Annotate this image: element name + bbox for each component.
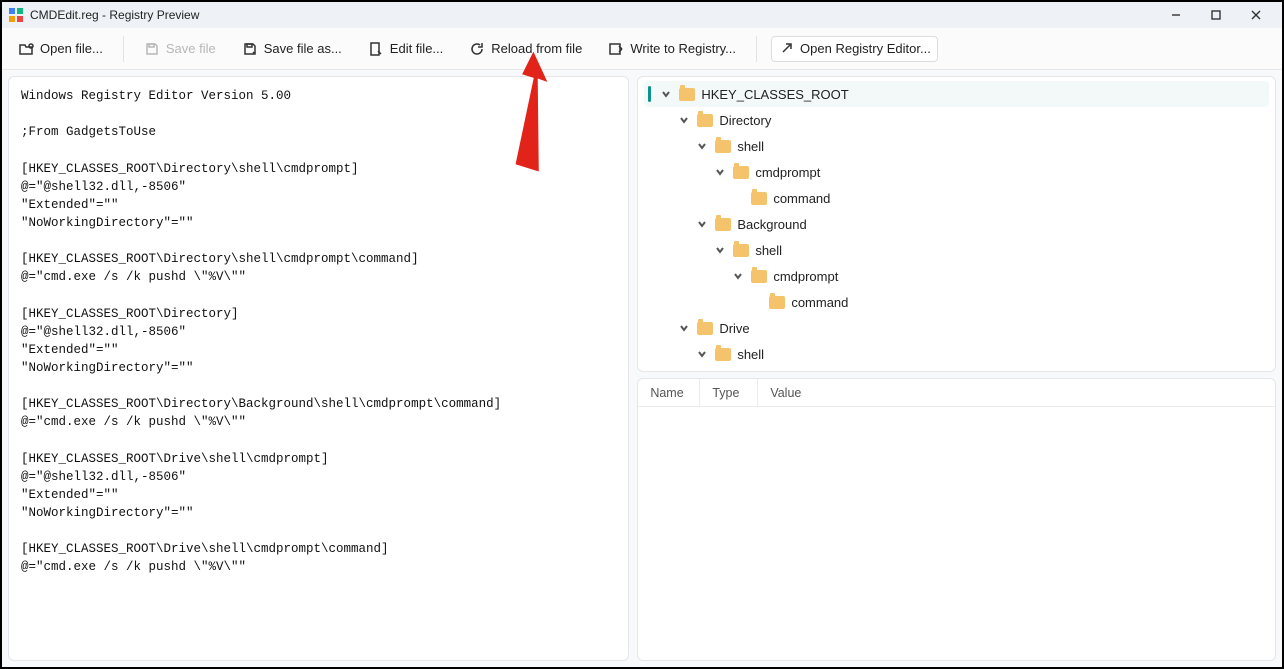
chevron-down-icon[interactable] — [695, 217, 709, 231]
toolbar-separator — [123, 36, 124, 62]
titlebar: CMDEdit.reg - Registry Preview — [2, 2, 1282, 28]
tree-item-label: HKEY_CLASSES_ROOT — [701, 87, 848, 102]
open-file-icon — [18, 41, 34, 57]
reload-button[interactable]: Reload from file — [463, 37, 588, 61]
tree-item-label: Drive — [719, 321, 749, 336]
tree-item-label: cmdprompt — [755, 165, 820, 180]
tree-item-label: Directory — [719, 113, 771, 128]
folder-icon — [697, 114, 713, 127]
tree-item-command[interactable]: command — [644, 289, 1269, 315]
tree-item-shell[interactable]: shell — [644, 341, 1269, 367]
tree-item-label: shell — [755, 243, 782, 258]
chevron-down-icon[interactable] — [659, 87, 673, 101]
save-icon — [144, 41, 160, 57]
folder-icon — [751, 192, 767, 205]
open-file-button[interactable]: Open file... — [12, 37, 109, 61]
open-file-label: Open file... — [40, 41, 103, 56]
write-registry-button[interactable]: Write to Registry... — [602, 37, 742, 61]
edit-icon — [368, 41, 384, 57]
tree-pane[interactable]: HKEY_CLASSES_ROOT Directory shell cmdprompt… — [637, 76, 1276, 372]
values-pane: Name Type Value — [637, 378, 1276, 661]
folder-icon — [715, 218, 731, 231]
tree-item-label: command — [791, 295, 848, 310]
toolbar: Open file... Save file Save file as... E… — [2, 28, 1282, 70]
folder-icon — [697, 322, 713, 335]
editor-pane[interactable]: Windows Registry Editor Version 5.00 ;Fr… — [8, 76, 629, 661]
save-as-icon — [242, 41, 258, 57]
tree-item-hkey-classes-root[interactable]: HKEY_CLASSES_ROOT — [644, 81, 1269, 107]
column-value[interactable]: Value — [758, 379, 816, 406]
toolbar-separator — [756, 36, 757, 62]
column-name[interactable]: Name — [638, 379, 700, 406]
tree-item-cmdprompt[interactable]: cmdprompt — [644, 263, 1269, 289]
chevron-down-icon[interactable] — [695, 347, 709, 361]
column-type[interactable]: Type — [700, 379, 758, 406]
save-file-as-label: Save file as... — [264, 41, 342, 56]
open-registry-editor-button[interactable]: Open Registry Editor... — [771, 36, 938, 62]
chevron-down-icon[interactable] — [677, 321, 691, 335]
window-controls — [1156, 2, 1276, 28]
write-icon — [608, 41, 624, 57]
tree-item-label: shell — [737, 347, 764, 362]
folder-icon — [769, 296, 785, 309]
folder-icon — [715, 348, 731, 361]
tree-item-label: Background — [737, 217, 806, 232]
tree-item-cmdprompt[interactable]: cmdprompt — [644, 159, 1269, 185]
reload-icon — [469, 41, 485, 57]
write-registry-label: Write to Registry... — [630, 41, 736, 56]
app-icon — [8, 7, 24, 23]
chevron-down-icon[interactable] — [695, 139, 709, 153]
tree-item-label: shell — [737, 139, 764, 154]
chevron-down-icon[interactable] — [713, 165, 727, 179]
values-header: Name Type Value — [638, 379, 1275, 407]
folder-icon — [679, 88, 695, 101]
edit-file-button[interactable]: Edit file... — [362, 37, 449, 61]
maximize-button[interactable] — [1196, 2, 1236, 28]
tree-item-drive[interactable]: Drive — [644, 315, 1269, 341]
tree-item-shell[interactable]: shell — [644, 237, 1269, 263]
tree-item-background[interactable]: Background — [644, 211, 1269, 237]
tree-item-label: cmdprompt — [773, 269, 838, 284]
right-column: HKEY_CLASSES_ROOT Directory shell cmdprompt… — [637, 76, 1276, 661]
minimize-button[interactable] — [1156, 2, 1196, 28]
tree-item-command[interactable]: command — [644, 185, 1269, 211]
open-registry-editor-label: Open Registry Editor... — [800, 41, 931, 56]
save-file-as-button[interactable]: Save file as... — [236, 37, 348, 61]
tree-item-directory[interactable]: Directory — [644, 107, 1269, 133]
folder-icon — [733, 166, 749, 179]
close-button[interactable] — [1236, 2, 1276, 28]
editor-content: Windows Registry Editor Version 5.00 ;Fr… — [21, 89, 501, 574]
folder-icon — [715, 140, 731, 153]
window-title: CMDEdit.reg - Registry Preview — [30, 8, 1156, 22]
chevron-down-icon[interactable] — [677, 113, 691, 127]
save-file-label: Save file — [166, 41, 216, 56]
chevron-down-icon[interactable] — [713, 243, 727, 257]
tree-item-shell[interactable]: shell — [644, 133, 1269, 159]
open-external-icon — [778, 41, 794, 57]
reload-label: Reload from file — [491, 41, 582, 56]
folder-icon — [733, 244, 749, 257]
folder-icon — [751, 270, 767, 283]
edit-file-label: Edit file... — [390, 41, 443, 56]
save-file-button: Save file — [138, 37, 222, 61]
main-area: Windows Registry Editor Version 5.00 ;Fr… — [2, 70, 1282, 667]
chevron-down-icon[interactable] — [731, 269, 745, 283]
tree-item-label: command — [773, 191, 830, 206]
